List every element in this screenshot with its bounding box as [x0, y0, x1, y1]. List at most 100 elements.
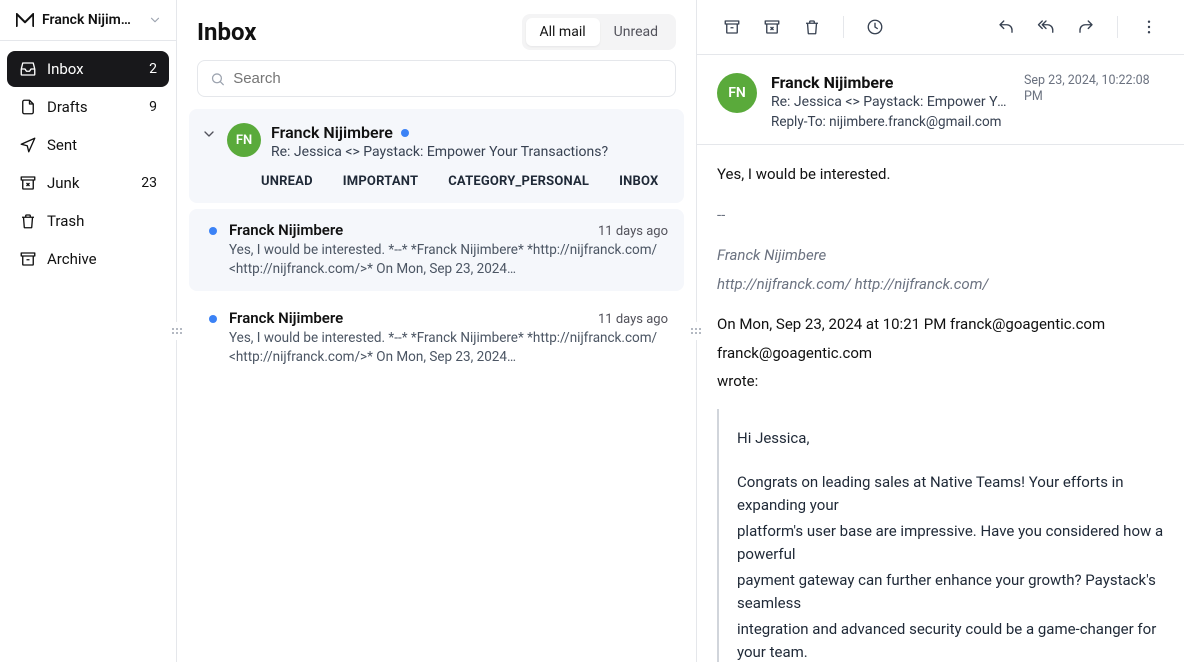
account-switcher[interactable]: Franck Nijim… — [0, 0, 176, 41]
signature-name: Franck Nijimbere — [717, 244, 1164, 267]
page-title: Inbox — [197, 18, 256, 46]
reply-button[interactable] — [989, 10, 1023, 44]
tag-inbox: INBOX — [619, 174, 658, 189]
list-header: Inbox All mail Unread — [177, 0, 696, 60]
delete-button[interactable] — [795, 10, 829, 44]
junk-button[interactable] — [755, 10, 789, 44]
message-list-pane: Inbox All mail Unread FN Franck Nijimber… — [177, 0, 697, 662]
search-icon — [210, 71, 225, 87]
email-subject: Re: Jessica <> Paystack: Empower Your… — [771, 94, 1010, 110]
tag-category: CATEGORY_PERSONAL — [448, 174, 589, 189]
message-from: Franck Nijimbere — [229, 221, 343, 239]
sidebar-item-label: Inbox — [47, 60, 139, 78]
sidebar-item-sent[interactable]: Sent — [7, 127, 169, 163]
sidebar-item-count: 23 — [141, 175, 157, 191]
file-icon — [19, 98, 37, 116]
sidebar-item-label: Junk — [47, 174, 131, 192]
message-snippet: Yes, I would be interested. *--* *Franck… — [229, 329, 668, 367]
message-header: FN Franck Nijimbere Re: Jessica <> Payst… — [697, 55, 1184, 130]
account-name: Franck Nijim… — [42, 12, 140, 28]
sidebar: Franck Nijim… Inbox 2 Drafts 9 Sent Junk… — [0, 0, 177, 662]
forward-icon — [1077, 18, 1095, 36]
trash-icon — [19, 212, 37, 230]
chevron-down-icon[interactable] — [201, 126, 217, 142]
body-text: Yes, I would be interested. — [717, 163, 1164, 186]
folder-list: Inbox 2 Drafts 9 Sent Junk 23 Trash Arch… — [0, 41, 176, 287]
reply-icon — [997, 18, 1015, 36]
quote-greeting: Hi Jessica, — [737, 427, 1164, 450]
quote-text: Congrats on leading sales at Native Team… — [737, 471, 1164, 516]
sidebar-item-label: Trash — [47, 212, 147, 230]
sidebar-item-label: Sent — [47, 136, 147, 154]
quote-text: integration and advanced security could … — [737, 618, 1164, 662]
forward-button[interactable] — [1069, 10, 1103, 44]
splitter-left[interactable] — [171, 322, 183, 340]
message-list-item[interactable]: Franck Nijimbere 11 days ago Yes, I woul… — [189, 297, 684, 379]
avatar: FN — [717, 73, 757, 113]
message-toolbar — [697, 0, 1184, 55]
sidebar-item-junk[interactable]: Junk 23 — [7, 165, 169, 201]
app-logo-icon — [16, 13, 34, 27]
unread-dot-icon — [401, 129, 409, 137]
archive-x-icon — [763, 18, 781, 36]
reply-to: Reply-To: nijimbere.franck@gmail.com — [771, 114, 1010, 130]
search-field[interactable] — [197, 60, 676, 97]
sidebar-item-label: Archive — [47, 250, 147, 268]
quote-text: platform's user base are impressive. Hav… — [737, 520, 1164, 565]
signature-links: http://nijfranck.com/ http://nijfranck.c… — [717, 273, 1164, 296]
chevron-down-icon — [148, 13, 162, 27]
quote-intro: On Mon, Sep 23, 2024 at 10:21 PM franck@… — [717, 313, 1164, 336]
more-button[interactable] — [1132, 10, 1166, 44]
archive-icon — [723, 18, 741, 36]
send-icon — [19, 136, 37, 154]
message-snippet: Yes, I would be interested. *--* *Franck… — [229, 241, 668, 279]
thread-header-card[interactable]: FN Franck Nijimbere Re: Jessica <> Payst… — [189, 109, 684, 203]
more-vertical-icon — [1140, 18, 1158, 36]
thread-subject: Re: Jessica <> Paystack: Empower Your Tr… — [271, 144, 668, 160]
trash-icon — [803, 18, 821, 36]
sidebar-item-label: Drafts — [47, 98, 139, 116]
avatar: FN — [227, 123, 261, 157]
sidebar-item-count: 2 — [149, 61, 157, 77]
tag-important: IMPORTANT — [343, 174, 418, 189]
toolbar-divider — [1117, 16, 1118, 38]
message-body: Yes, I would be interested. -- Franck Ni… — [697, 144, 1184, 662]
sender-name: Franck Nijimbere — [771, 73, 1010, 92]
inbox-icon — [19, 60, 37, 78]
signature-separator: -- — [717, 204, 1164, 227]
splitter-right[interactable] — [690, 322, 702, 340]
snooze-button[interactable] — [858, 10, 892, 44]
sidebar-item-trash[interactable]: Trash — [7, 203, 169, 239]
timestamp: Sep 23, 2024, 10:22:08 PM — [1024, 73, 1164, 106]
thread-tags: UNREAD IMPORTANT CATEGORY_PERSONAL INBOX — [201, 174, 668, 189]
message-from: Franck Nijimbere — [229, 309, 343, 327]
archive-button[interactable] — [715, 10, 749, 44]
message-time: 11 days ago — [598, 224, 668, 239]
quote-intro: wrote: — [717, 370, 1164, 393]
unread-dot-icon — [209, 315, 217, 323]
toolbar-divider — [843, 16, 844, 38]
reading-pane: FN Franck Nijimbere Re: Jessica <> Payst… — [697, 0, 1184, 662]
thread-from: Franck Nijimbere — [271, 123, 393, 142]
sidebar-item-archive[interactable]: Archive — [7, 241, 169, 277]
sidebar-item-count: 9 — [149, 99, 157, 115]
clock-icon — [866, 18, 884, 36]
tab-unread[interactable]: Unread — [600, 18, 672, 46]
search-input[interactable] — [233, 70, 663, 87]
reply-all-icon — [1037, 18, 1055, 36]
filter-tabs: All mail Unread — [522, 14, 676, 50]
reply-all-button[interactable] — [1029, 10, 1063, 44]
archive-icon — [19, 250, 37, 268]
quote-intro: franck@goagentic.com — [717, 342, 1164, 365]
conversation-list: FN Franck Nijimbere Re: Jessica <> Payst… — [177, 109, 696, 379]
unread-dot-icon — [209, 227, 217, 235]
sidebar-item-inbox[interactable]: Inbox 2 — [7, 51, 169, 87]
quote-text: payment gateway can further enhance your… — [737, 569, 1164, 614]
message-time: 11 days ago — [598, 312, 668, 327]
quoted-message: Hi Jessica, Congrats on leading sales at… — [717, 409, 1164, 662]
message-list-item[interactable]: Franck Nijimbere 11 days ago Yes, I woul… — [189, 209, 684, 291]
archive-x-icon — [19, 174, 37, 192]
tab-all-mail[interactable]: All mail — [526, 18, 600, 46]
tag-unread: UNREAD — [261, 174, 313, 189]
sidebar-item-drafts[interactable]: Drafts 9 — [7, 89, 169, 125]
